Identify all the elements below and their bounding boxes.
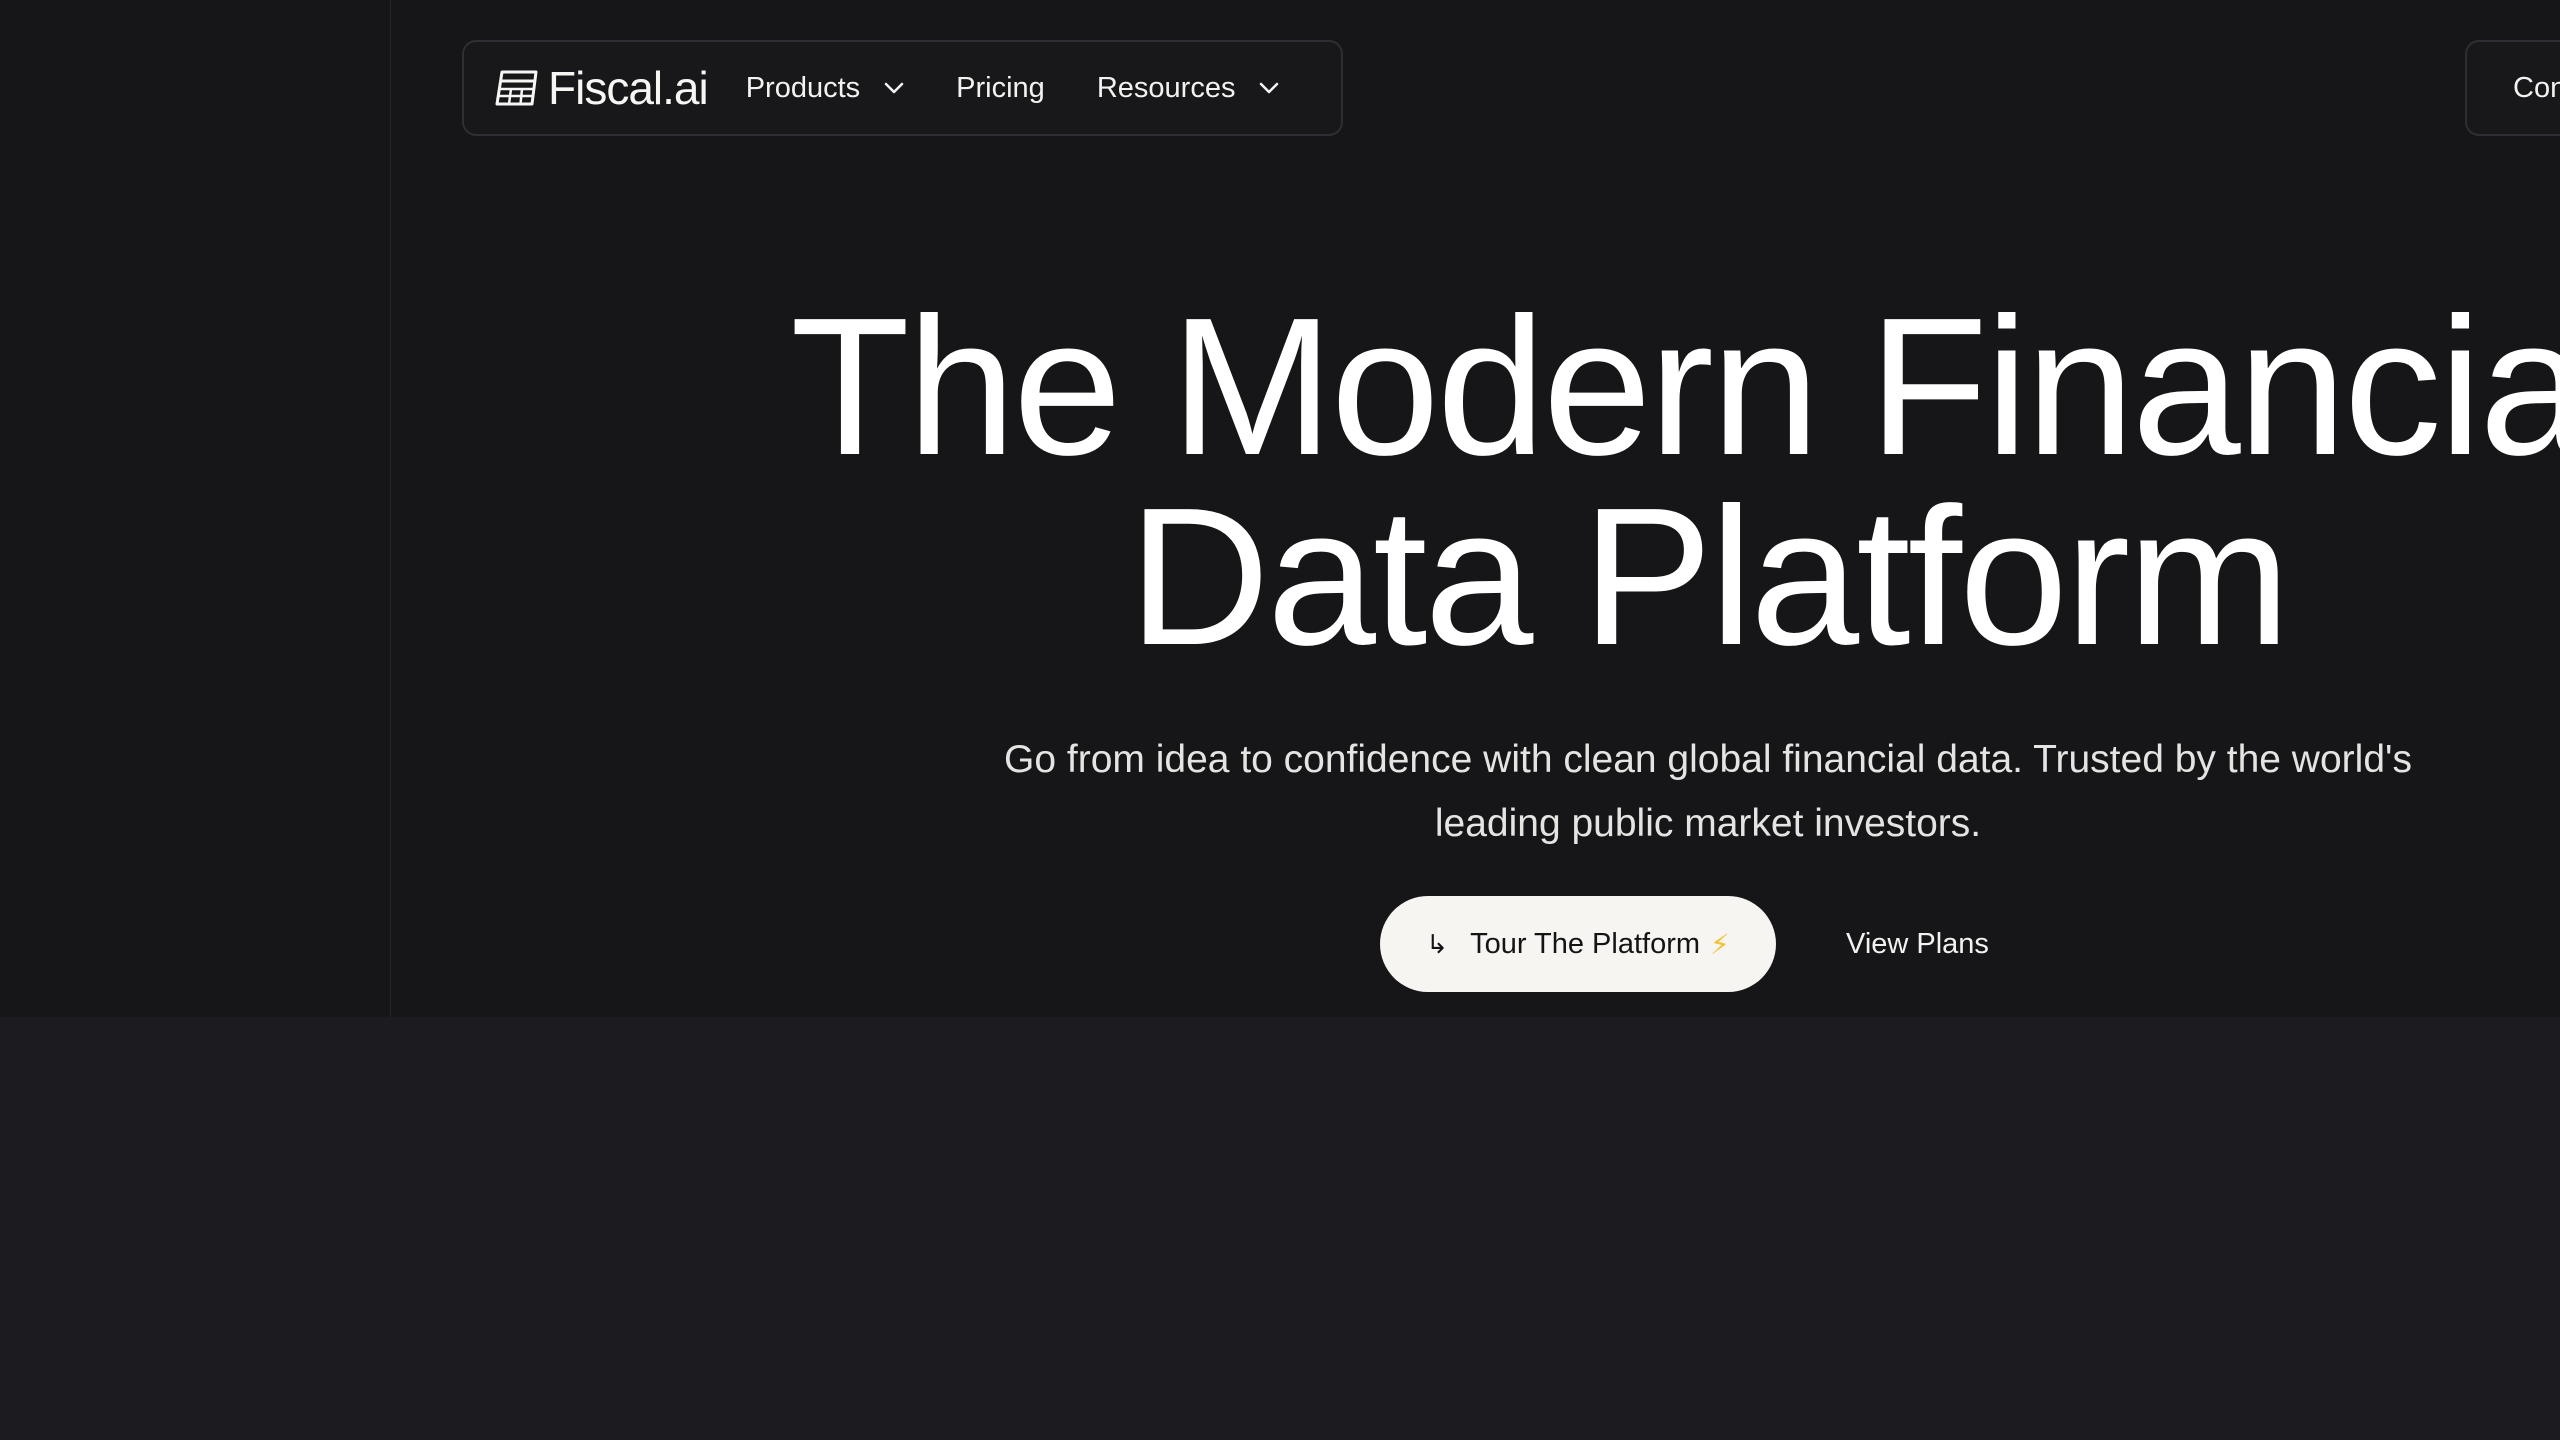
- chevron-down-icon: [1260, 82, 1279, 94]
- lightning-bolt-icon: ⚡: [1710, 928, 1730, 960]
- nav-resources[interactable]: Resources: [1097, 72, 1280, 105]
- cta-row: ↳ Tour The Platform ⚡ View Plans: [1380, 896, 1989, 992]
- ledger-grid-icon: [495, 70, 538, 106]
- hero-headline: The Modern Financial Data Platform: [0, 289, 2560, 675]
- brand-name: Fiscal.ai: [548, 62, 709, 114]
- tour-platform-button[interactable]: ↳ Tour The Platform ⚡: [1380, 896, 1776, 992]
- nav-products[interactable]: Products: [746, 72, 904, 105]
- tour-platform-label: Tour The Platform: [1470, 927, 1701, 960]
- nav-products-label: Products: [745, 71, 861, 104]
- brand-logo-link[interactable]: Fiscal.ai: [494, 61, 709, 115]
- return-arrow-icon: ↳: [1426, 928, 1449, 959]
- nav-resources-label: Resources: [1096, 71, 1236, 104]
- hero-section: Fiscal.ai Products Pricing Resources Con…: [0, 0, 2560, 1017]
- top-nav: Fiscal.ai Products Pricing Resources: [462, 40, 1343, 136]
- contact-button-label: Con: [2513, 71, 2560, 104]
- headline-line-1: The Modern Financial: [790, 277, 2560, 496]
- headline-line-2: Data Platform: [1128, 467, 2290, 686]
- nav-pricing-label: Pricing: [956, 71, 1045, 104]
- lower-section: [0, 1017, 2560, 1440]
- contact-button[interactable]: Con: [2465, 40, 2560, 136]
- chevron-down-icon: [884, 82, 904, 94]
- view-plans-button[interactable]: View Plans: [1846, 928, 1989, 961]
- hero-subtitle: Go from idea to confidence with clean gl…: [1004, 738, 2412, 845]
- nav-pricing[interactable]: Pricing: [956, 72, 1045, 105]
